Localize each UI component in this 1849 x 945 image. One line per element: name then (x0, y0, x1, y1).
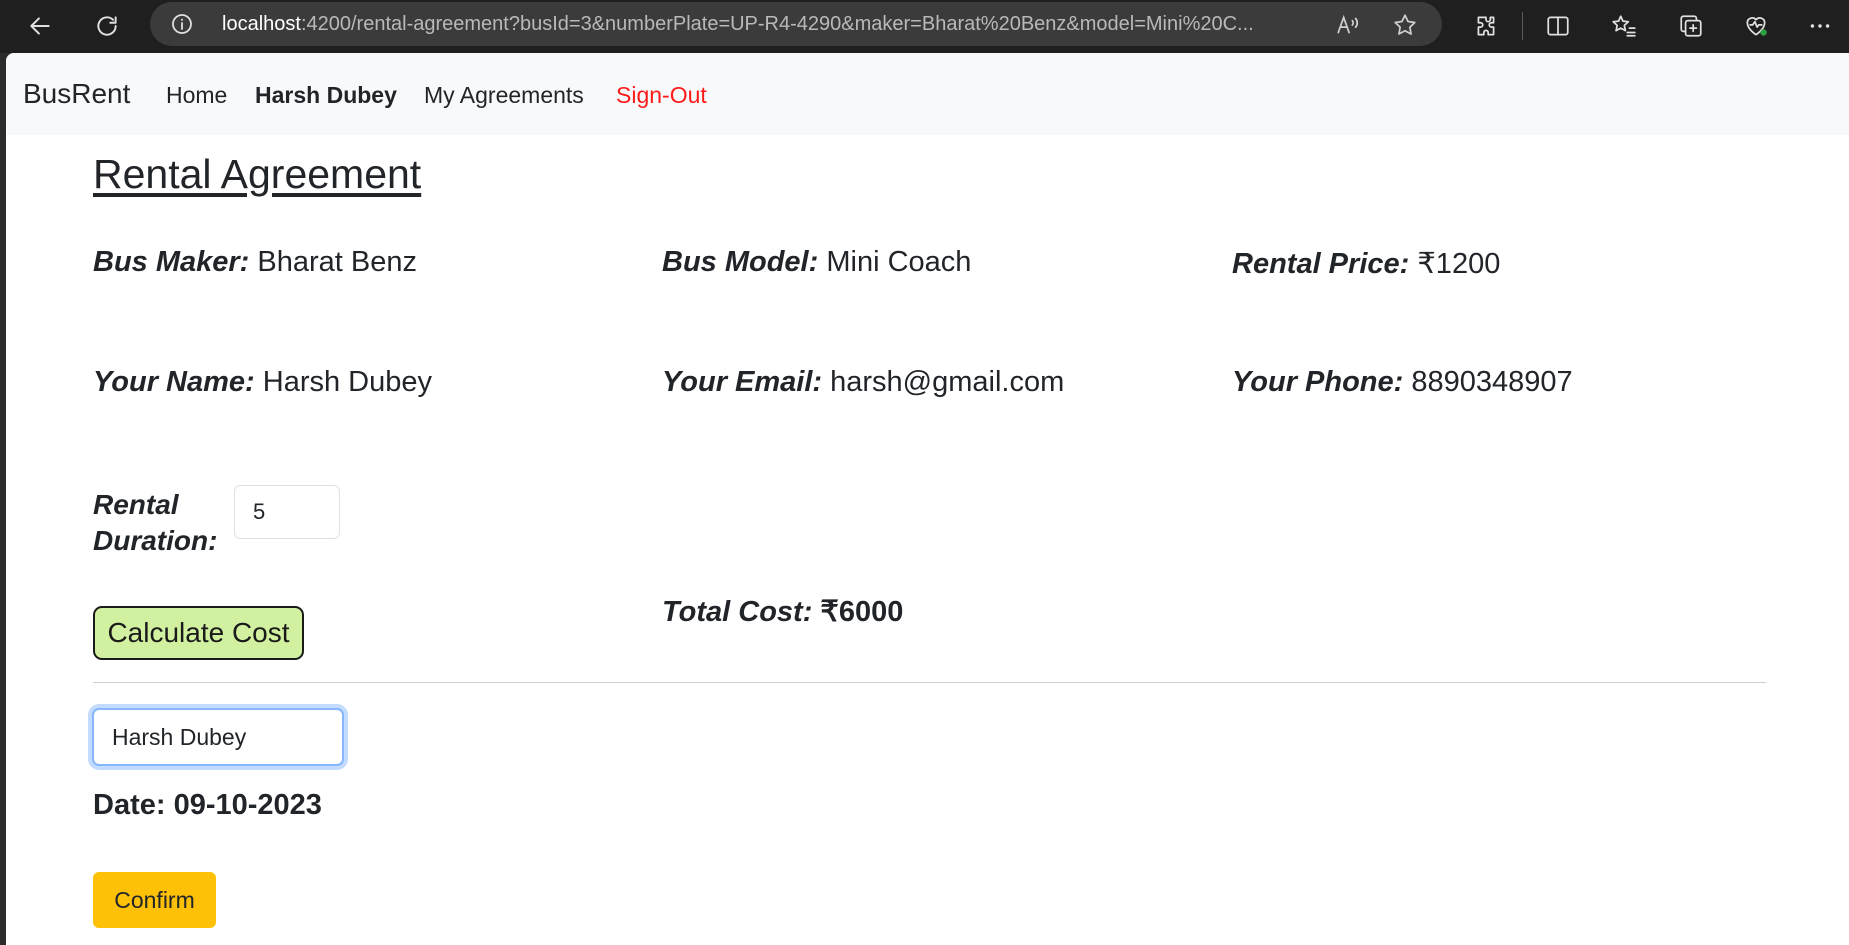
rental-price-field: Rental Price: ₹1200 (1232, 246, 1500, 281)
total-cost-label: Total Cost: (662, 596, 813, 628)
calculate-cost-button[interactable]: Calculate Cost (93, 606, 304, 660)
favorite-star-icon[interactable] (1392, 12, 1418, 38)
collections-icon[interactable] (1671, 6, 1711, 46)
phone-label: Your Phone: (1232, 366, 1404, 398)
favorites-list-icon[interactable] (1604, 6, 1644, 46)
bus-maker-value: Bharat Benz (257, 246, 417, 278)
name-value: Harsh Dubey (262, 366, 432, 398)
signature-name-input[interactable] (92, 708, 344, 766)
total-cost-value: ₹6000 (820, 596, 904, 628)
email-value: harsh@gmail.com (830, 366, 1065, 398)
nav-my-agreements[interactable]: My Agreements (424, 82, 584, 109)
bus-model-label: Bus Model: (662, 246, 819, 278)
bus-maker-field: Bus Maker: Bharat Benz (93, 246, 417, 279)
browser-essentials-icon[interactable] (1736, 6, 1776, 46)
name-label: Your Name: (93, 366, 255, 398)
email-label: Your Email: (662, 366, 823, 398)
total-cost: Total Cost: ₹6000 (662, 594, 903, 629)
page-title: Rental Agreement (93, 151, 422, 197)
address-bar[interactable]: localhost:4200/rental-agreement?busId=3&… (150, 2, 1442, 46)
nav-user[interactable]: Harsh Dubey (255, 82, 397, 109)
more-menu-icon[interactable] (1800, 6, 1840, 46)
rental-price-value: ₹1200 (1417, 248, 1501, 280)
site-info-icon[interactable] (170, 12, 194, 36)
back-arrow-icon[interactable] (20, 6, 60, 46)
web-page: BusRent Home Harsh Dubey My Agreements S… (6, 53, 1849, 945)
extensions-icon[interactable] (1466, 6, 1506, 46)
refresh-icon[interactable] (87, 6, 127, 46)
read-aloud-icon[interactable] (1335, 12, 1361, 38)
rental-price-label: Rental Price: (1232, 248, 1410, 280)
rental-duration-label: Rental Duration: (93, 487, 217, 559)
rental-duration-label-line2: Duration: (93, 525, 218, 556)
agreement-date: Date: 09-10-2023 (93, 789, 322, 821)
bus-model-value: Mini Coach (826, 246, 972, 278)
browser-toolbar: localhost:4200/rental-agreement?busId=3&… (0, 0, 1849, 53)
phone-value: 8890348907 (1411, 366, 1573, 398)
email-field: Your Email: harsh@gmail.com (662, 366, 1064, 399)
rental-duration-input[interactable] (234, 485, 340, 539)
toolbar-divider (1522, 12, 1523, 40)
navbar: BusRent Home Harsh Dubey My Agreements S… (6, 53, 1849, 135)
phone-field: Your Phone: 8890348907 (1232, 366, 1573, 399)
bus-model-field: Bus Model: Mini Coach (662, 246, 971, 279)
url-text[interactable]: localhost:4200/rental-agreement?busId=3&… (222, 2, 1322, 46)
nav-home[interactable]: Home (166, 82, 227, 109)
divider (93, 682, 1766, 683)
nav-sign-out[interactable]: Sign-Out (616, 82, 707, 109)
brand-link[interactable]: BusRent (23, 78, 130, 110)
name-field: Your Name: Harsh Dubey (93, 366, 432, 399)
confirm-button[interactable]: Confirm (93, 872, 216, 928)
rental-duration-label-line1: Rental (93, 489, 179, 520)
bus-maker-label: Bus Maker: (93, 246, 250, 278)
split-screen-icon[interactable] (1538, 6, 1578, 46)
